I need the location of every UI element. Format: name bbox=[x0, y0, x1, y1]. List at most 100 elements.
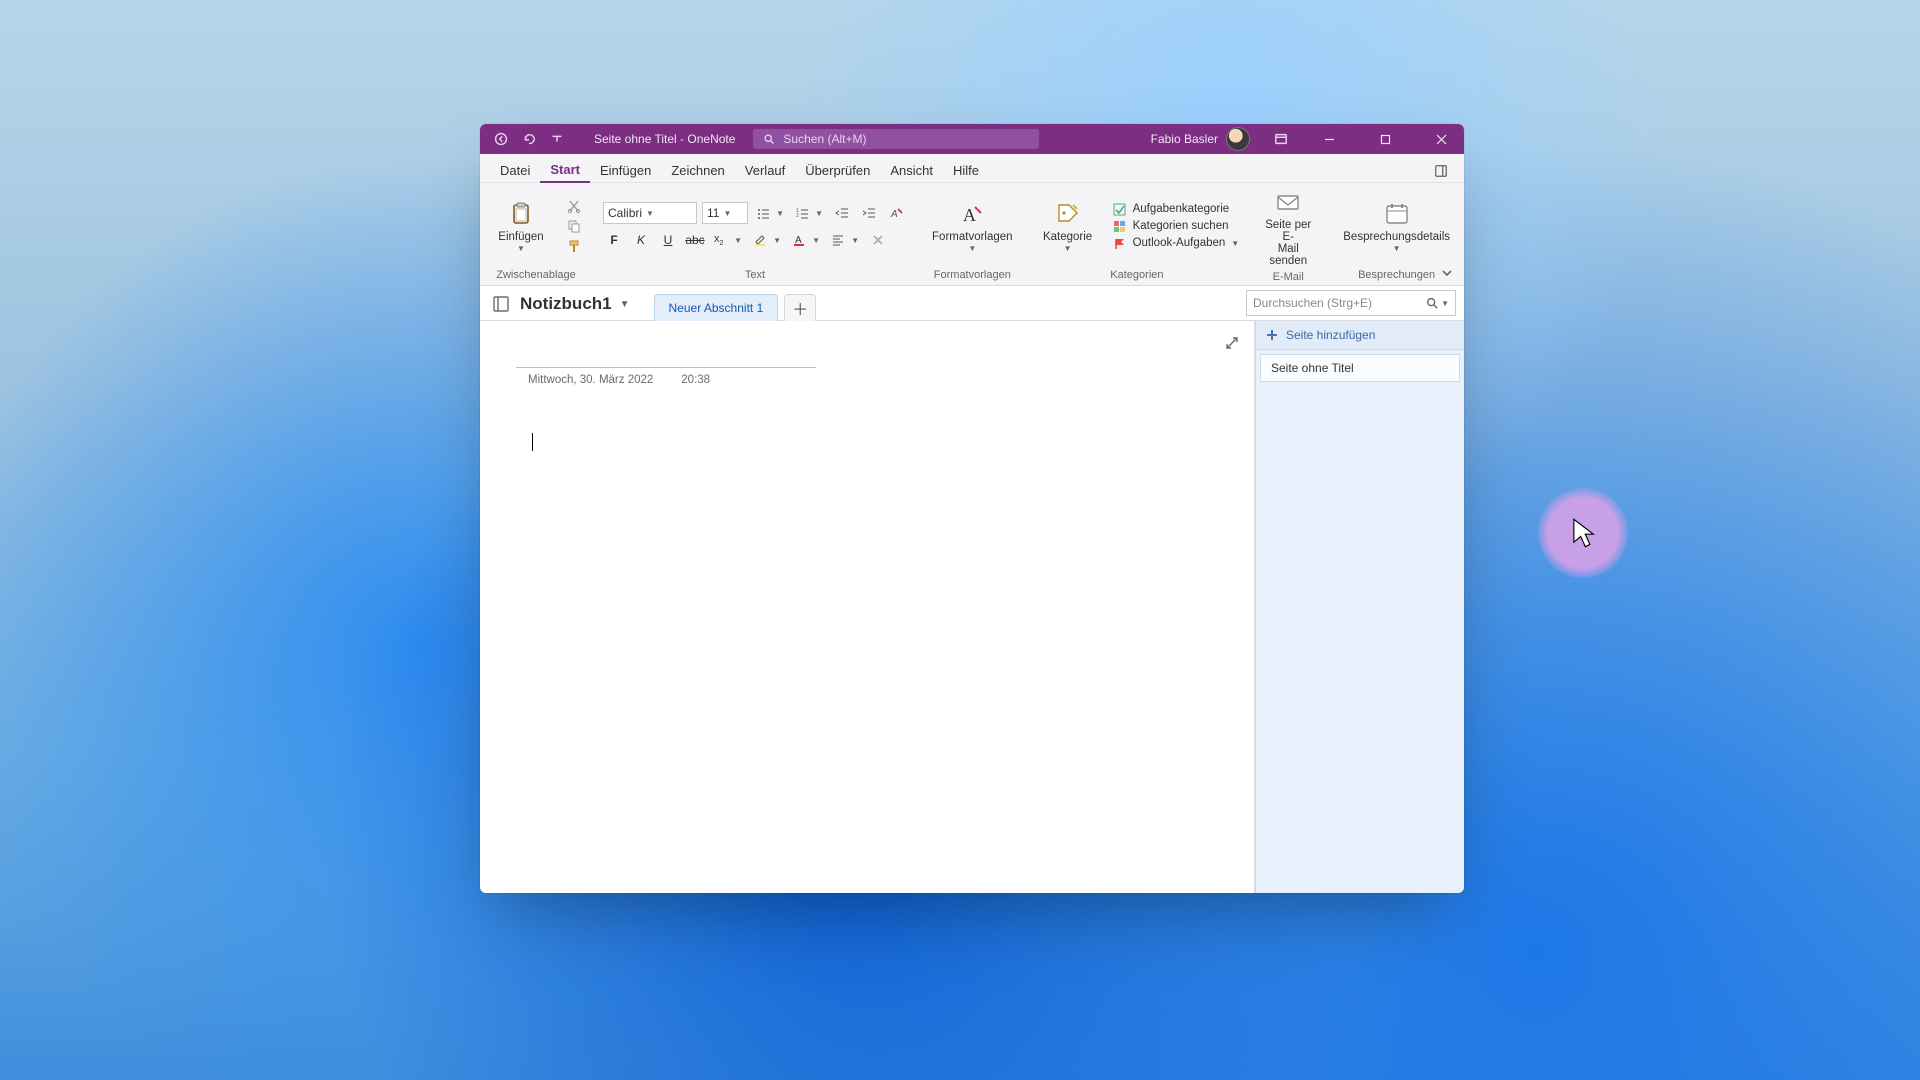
page-list-item[interactable]: Seite ohne Titel bbox=[1260, 354, 1460, 382]
chevron-down-icon: ▼ bbox=[1064, 244, 1072, 253]
outdent-button[interactable] bbox=[831, 203, 853, 223]
collapse-pane-button[interactable] bbox=[1428, 160, 1454, 182]
notebook-bar: Notizbuch1 ▼ Neuer Abschnitt 1 ＋ Durchsu… bbox=[480, 286, 1464, 321]
group-label-text: Text bbox=[745, 265, 765, 283]
cut-button[interactable] bbox=[564, 198, 584, 214]
tag-action-todo[interactable]: Aufgabenkategorie bbox=[1113, 202, 1240, 216]
page-date: Mittwoch, 30. März 2022 bbox=[528, 374, 653, 386]
subscript-button[interactable]: x2▼ bbox=[711, 230, 745, 250]
page-title-input[interactable] bbox=[516, 349, 816, 368]
tab-einfugen[interactable]: Einfügen bbox=[590, 157, 661, 182]
onenote-window: Seite ohne Titel - OneNote Suchen (Alt+M… bbox=[480, 124, 1464, 893]
ribbon-collapse-button[interactable] bbox=[1438, 265, 1456, 281]
account-name: Fabio Basler bbox=[1151, 132, 1218, 146]
email-page-button[interactable]: Seite per E-Mail senden bbox=[1255, 186, 1321, 269]
undo-button[interactable] bbox=[518, 128, 540, 150]
add-page-button[interactable]: Seite hinzufügen bbox=[1256, 321, 1464, 350]
align-button[interactable]: ▼ bbox=[828, 230, 862, 250]
chevron-down-icon: ▼ bbox=[1231, 239, 1239, 248]
underline-button[interactable]: U bbox=[657, 230, 679, 250]
add-section-button[interactable]: ＋ bbox=[784, 294, 816, 321]
font-color-icon: A bbox=[792, 233, 806, 247]
page-time: 20:38 bbox=[681, 374, 710, 386]
group-text: Calibri▼ 11▼ ▼ 12▼ bbox=[592, 183, 918, 285]
window-title: Seite ohne Titel - OneNote bbox=[594, 132, 735, 146]
numbered-list-icon: 12 bbox=[795, 206, 809, 220]
highlight-button[interactable]: ▼ bbox=[750, 230, 784, 250]
find-tags-icon bbox=[1113, 219, 1127, 233]
svg-text:2: 2 bbox=[796, 213, 799, 219]
plus-icon: ＋ bbox=[792, 296, 808, 320]
styles-icon: A bbox=[958, 200, 986, 228]
ribbon: Einfügen ▼ Zwischenablage bbox=[480, 183, 1464, 286]
format-painter-button[interactable] bbox=[564, 238, 584, 254]
font-color-button[interactable]: A▼ bbox=[789, 230, 823, 250]
styles-button[interactable]: A Formatvorlagen ▼ bbox=[926, 198, 1019, 255]
tab-start[interactable]: Start bbox=[540, 156, 590, 183]
format-painter-icon bbox=[567, 239, 581, 253]
group-label-clipboard: Zwischenablage bbox=[496, 265, 576, 283]
search-icon bbox=[763, 133, 775, 145]
chevron-down-icon: ▼ bbox=[723, 209, 731, 218]
tab-datei[interactable]: Datei bbox=[490, 157, 540, 182]
delete-button[interactable] bbox=[867, 230, 889, 250]
group-label-meetings: Besprechungen bbox=[1358, 265, 1435, 283]
group-label-tags: Kategorien bbox=[1110, 265, 1163, 283]
highlight-icon bbox=[753, 233, 767, 247]
tag-action-find[interactable]: Kategorien suchen bbox=[1113, 219, 1240, 233]
chevron-down-icon: ▼ bbox=[1441, 299, 1449, 308]
bold-button[interactable]: F bbox=[603, 230, 625, 250]
outlook-flag-icon bbox=[1113, 236, 1127, 250]
copy-button[interactable] bbox=[564, 218, 584, 234]
clear-formatting-button[interactable]: A bbox=[885, 203, 907, 223]
italic-button[interactable]: K bbox=[630, 230, 652, 250]
fullscreen-button[interactable] bbox=[1222, 333, 1242, 353]
paste-button[interactable]: Einfügen ▼ bbox=[488, 198, 554, 255]
account-button[interactable]: Fabio Basler bbox=[1151, 127, 1250, 151]
minimize-button[interactable] bbox=[1306, 124, 1352, 154]
tab-verlauf[interactable]: Verlauf bbox=[735, 157, 795, 182]
ribbon-mode-button[interactable] bbox=[1266, 128, 1296, 150]
notebook-name: Notizbuch1 bbox=[520, 294, 612, 314]
font-size-combo[interactable]: 11▼ bbox=[702, 202, 748, 224]
content-area: Mittwoch, 30. März 2022 20:38 Seite hinz… bbox=[480, 321, 1464, 893]
qat bbox=[480, 128, 568, 150]
chevron-down-icon: ▼ bbox=[968, 244, 976, 253]
page-canvas[interactable]: Mittwoch, 30. März 2022 20:38 bbox=[480, 321, 1255, 893]
cut-icon bbox=[567, 199, 581, 213]
bullet-list-icon bbox=[756, 206, 770, 220]
section-tabs: Neuer Abschnitt 1 ＋ bbox=[654, 286, 817, 320]
meeting-details-button[interactable]: Besprechungsdetails ▼ bbox=[1337, 198, 1456, 255]
strikethrough-button[interactable]: abc bbox=[684, 230, 706, 250]
numbered-list-button[interactable]: 12▼ bbox=[792, 203, 826, 223]
tab-ansicht[interactable]: Ansicht bbox=[880, 157, 943, 182]
calendar-icon bbox=[1383, 200, 1411, 228]
cursor-icon bbox=[1570, 517, 1596, 549]
tag-action-outlook[interactable]: Outlook-Aufgaben ▼ bbox=[1113, 236, 1240, 250]
font-name-combo[interactable]: Calibri▼ bbox=[603, 202, 697, 224]
tab-zeichnen[interactable]: Zeichnen bbox=[661, 157, 734, 182]
nav-back-button[interactable] bbox=[490, 128, 512, 150]
tag-button[interactable]: Kategorie ▼ bbox=[1035, 198, 1101, 255]
align-icon bbox=[831, 233, 845, 247]
svg-text:A: A bbox=[890, 209, 898, 220]
close-button[interactable] bbox=[1418, 124, 1464, 154]
notebook-picker[interactable]: Notizbuch1 ▼ bbox=[488, 290, 640, 320]
section-tab[interactable]: Neuer Abschnitt 1 bbox=[654, 294, 779, 321]
tab-uberprufen[interactable]: Überprüfen bbox=[795, 157, 880, 182]
page-title-area[interactable]: Mittwoch, 30. März 2022 20:38 bbox=[516, 349, 816, 386]
plus-icon bbox=[1266, 329, 1278, 341]
outdent-icon bbox=[835, 206, 849, 220]
qat-customize-button[interactable] bbox=[546, 128, 568, 150]
maximize-button[interactable] bbox=[1362, 124, 1408, 154]
bullet-list-button[interactable]: ▼ bbox=[753, 203, 787, 223]
tab-hilfe[interactable]: Hilfe bbox=[943, 157, 989, 182]
chevron-down-icon: ▼ bbox=[517, 244, 525, 253]
indent-button[interactable] bbox=[858, 203, 880, 223]
titlebar-search[interactable]: Suchen (Alt+M) bbox=[753, 129, 1039, 149]
email-icon bbox=[1274, 188, 1302, 216]
notebook-search[interactable]: Durchsuchen (Strg+E) ▼ bbox=[1246, 290, 1456, 316]
desktop-wallpaper: Seite ohne Titel - OneNote Suchen (Alt+M… bbox=[0, 0, 1920, 1080]
pages-pane: Seite hinzufügen Seite ohne Titel bbox=[1255, 321, 1464, 893]
group-label-email: E-Mail bbox=[1273, 269, 1304, 283]
